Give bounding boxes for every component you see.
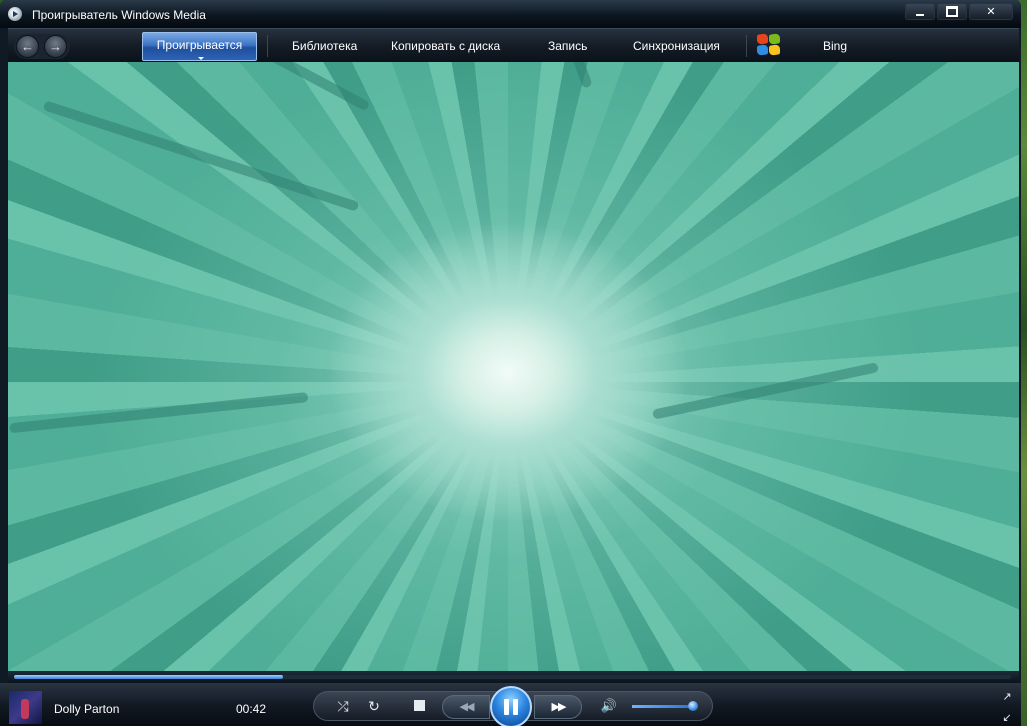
media-player-window: Проигрыватель Windows Media ✕ ← → Проигр… [0, 0, 1021, 726]
tab-separator [746, 35, 747, 57]
arrow-left-icon: ← [21, 39, 34, 54]
playback-control-bar: Dolly Parton 00:42 ⤮ ↻ ◀◀ ▶▶ 🔊 ↗ ↙ [0, 683, 1021, 726]
pause-button[interactable] [490, 686, 532, 726]
window-title: Проигрыватель Windows Media [32, 8, 206, 22]
tab-now-playing[interactable]: Проигрывается [142, 32, 257, 61]
chevron-down-icon[interactable] [198, 57, 204, 60]
maximize-icon [946, 6, 958, 17]
switch-to-library-icon[interactable]: ↗ [1001, 691, 1013, 703]
next-icon: ▶▶ [551, 701, 567, 713]
visualization-streak [528, 62, 593, 89]
seek-progress [14, 675, 284, 679]
visualization-streak [42, 100, 360, 212]
tab-bing[interactable]: Bing [823, 32, 847, 61]
seek-bar[interactable] [8, 671, 1019, 683]
minimize-icon [916, 13, 924, 16]
windows-logo-icon[interactable] [756, 33, 782, 57]
tab-now-playing-label: Проигрывается [156, 38, 243, 52]
now-playing-artist: Dolly Parton [54, 702, 120, 716]
back-button[interactable]: ← [16, 35, 39, 58]
title-bar[interactable]: Проигрыватель Windows Media ✕ [0, 0, 1021, 28]
stop-button[interactable] [414, 700, 425, 711]
volume-level [632, 705, 694, 708]
navigation-bar: ← → Проигрывается Библиотека Копировать … [8, 28, 1019, 63]
previous-icon: ◀◀ [459, 701, 475, 713]
volume-icon[interactable]: 🔊 [598, 697, 620, 715]
tab-library[interactable]: Библиотека [292, 32, 357, 61]
forward-button[interactable]: → [44, 35, 67, 58]
minimize-button[interactable] [905, 3, 935, 20]
visualization-streak [9, 392, 309, 434]
close-button[interactable]: ✕ [969, 3, 1013, 20]
repeat-icon[interactable]: ↻ [365, 697, 383, 715]
arrow-right-icon: → [49, 39, 62, 54]
tab-rip[interactable]: Копировать с диска [391, 32, 500, 61]
visualization-area[interactable] [8, 62, 1019, 671]
tab-burn[interactable]: Запись [548, 32, 587, 61]
close-icon: ✕ [986, 6, 996, 18]
tab-sync[interactable]: Синхронизация [633, 32, 720, 61]
elapsed-time[interactable]: 00:42 [236, 702, 266, 716]
album-art-thumbnail[interactable] [9, 691, 42, 724]
resize-grip-icon[interactable]: ↙ [1001, 712, 1013, 724]
previous-button[interactable]: ◀◀ [442, 695, 490, 719]
pause-icon [513, 699, 518, 715]
tab-separator [267, 35, 268, 57]
next-button[interactable]: ▶▶ [534, 695, 582, 719]
window-controls: ✕ [903, 3, 1013, 20]
volume-slider[interactable] [632, 701, 699, 711]
visualization-streak [651, 362, 880, 420]
pause-icon [504, 699, 509, 715]
history-buttons: ← → [14, 34, 70, 59]
maximize-button[interactable] [937, 3, 967, 20]
shuffle-icon[interactable]: ⤮ [334, 697, 352, 715]
visualization-streak [100, 62, 371, 112]
seek-track[interactable] [14, 675, 1011, 679]
windows-media-player-icon[interactable] [8, 7, 22, 21]
